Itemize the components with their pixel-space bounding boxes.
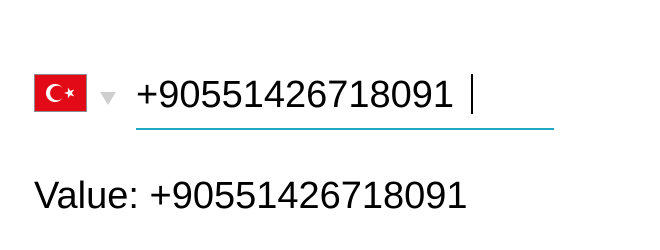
chevron-down-icon [100, 92, 116, 105]
phone-input-group [34, 70, 554, 130]
value-readout: Value: +90551426718091 [34, 172, 468, 220]
country-select[interactable] [34, 74, 124, 114]
turkey-flag-icon [34, 74, 87, 112]
text-cursor [471, 74, 473, 114]
phone-input-underline [136, 70, 554, 130]
phone-number-input[interactable] [136, 70, 554, 120]
value-text: +90551426718091 [149, 175, 468, 217]
value-label: Value: [34, 175, 139, 217]
